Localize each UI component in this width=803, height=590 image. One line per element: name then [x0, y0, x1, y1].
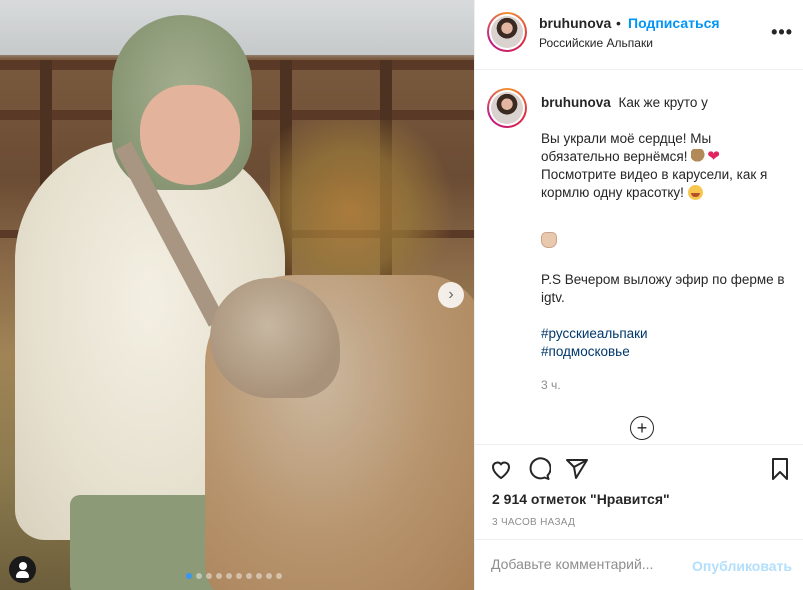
location-link[interactable]: Российские Альпаки — [539, 36, 653, 50]
caption-timestamp: 3 ч. — [541, 378, 561, 392]
load-more-comments-button[interactable]: + — [630, 416, 654, 440]
follow-button[interactable]: Подписаться — [628, 15, 720, 31]
post-comment-button[interactable]: Опубликовать — [692, 558, 792, 574]
post-photo[interactable]: › — [0, 0, 474, 590]
caption-text: P.S Вечером выложу эфир по ферме в igtv. — [541, 272, 785, 305]
carousel-dot — [256, 573, 262, 579]
avatar[interactable] — [487, 12, 527, 52]
carousel-next-button[interactable]: › — [438, 282, 464, 308]
smiling-face-emoji-icon — [687, 185, 703, 200]
bookmark-icon[interactable] — [768, 457, 792, 481]
heart-emoji-icon: ❤ — [707, 148, 720, 165]
carousel-dot — [206, 573, 212, 579]
plus-icon: + — [636, 418, 648, 438]
llama-emoji-icon — [691, 149, 708, 163]
comment-icon[interactable] — [527, 457, 551, 481]
carousel-dot — [266, 573, 272, 579]
post-side-panel: bruhunova • Подписаться Российские Альпа… — [474, 0, 803, 590]
autumn-foliage — [270, 120, 470, 300]
carousel-dot — [236, 573, 242, 579]
carousel-dot — [276, 573, 282, 579]
comment-input[interactable] — [491, 556, 691, 572]
comment-form: Опубликовать — [475, 539, 803, 590]
hashtag-link[interactable]: #подмосковье — [541, 343, 791, 361]
likes-count[interactable]: 2 914 отметок "Нравится" — [492, 491, 670, 507]
heart-icon[interactable] — [489, 457, 513, 481]
caption-avatar[interactable] — [487, 88, 527, 128]
chevron-right-icon: › — [448, 286, 454, 303]
post-header: bruhunova • Подписаться Российские Альпа… — [475, 0, 803, 70]
post-actions: 2 914 отметок "Нравится" 3 ЧАСОВ НАЗАД — [475, 444, 803, 539]
carousel-dot — [186, 573, 192, 579]
user-icon-body — [16, 571, 29, 578]
tagged-user-button[interactable] — [9, 556, 36, 583]
carousel-dot — [226, 573, 232, 579]
separator-dot: • — [616, 15, 621, 31]
caption-username[interactable]: bruhunova — [541, 95, 611, 110]
post-caption: bruhunova Как же круто у Вы украли моё с… — [541, 94, 791, 379]
hashtag-link[interactable]: #русскиеальпаки — [541, 325, 791, 343]
comments-section: bruhunova Как же круто у Вы украли моё с… — [475, 71, 803, 444]
more-options-icon[interactable]: ••• — [771, 22, 793, 43]
post-timestamp: 3 ЧАСОВ НАЗАД — [492, 517, 576, 528]
caption-line: Как же круто у — [618, 95, 708, 110]
user-icon — [18, 562, 27, 570]
carousel-dot — [216, 573, 222, 579]
person-face — [140, 85, 240, 185]
username-link[interactable]: bruhunova — [539, 15, 611, 31]
caption-text: Посмотрите видео в карусели, как я кормл… — [541, 167, 768, 200]
carousel-dot — [246, 573, 252, 579]
caption-text: Вы украли моё сердце! Мы обязательно вер… — [541, 131, 712, 164]
share-icon[interactable] — [565, 457, 589, 481]
hand-emoji-icon — [541, 232, 557, 248]
carousel-dot — [196, 573, 202, 579]
carousel-indicator — [186, 573, 282, 579]
